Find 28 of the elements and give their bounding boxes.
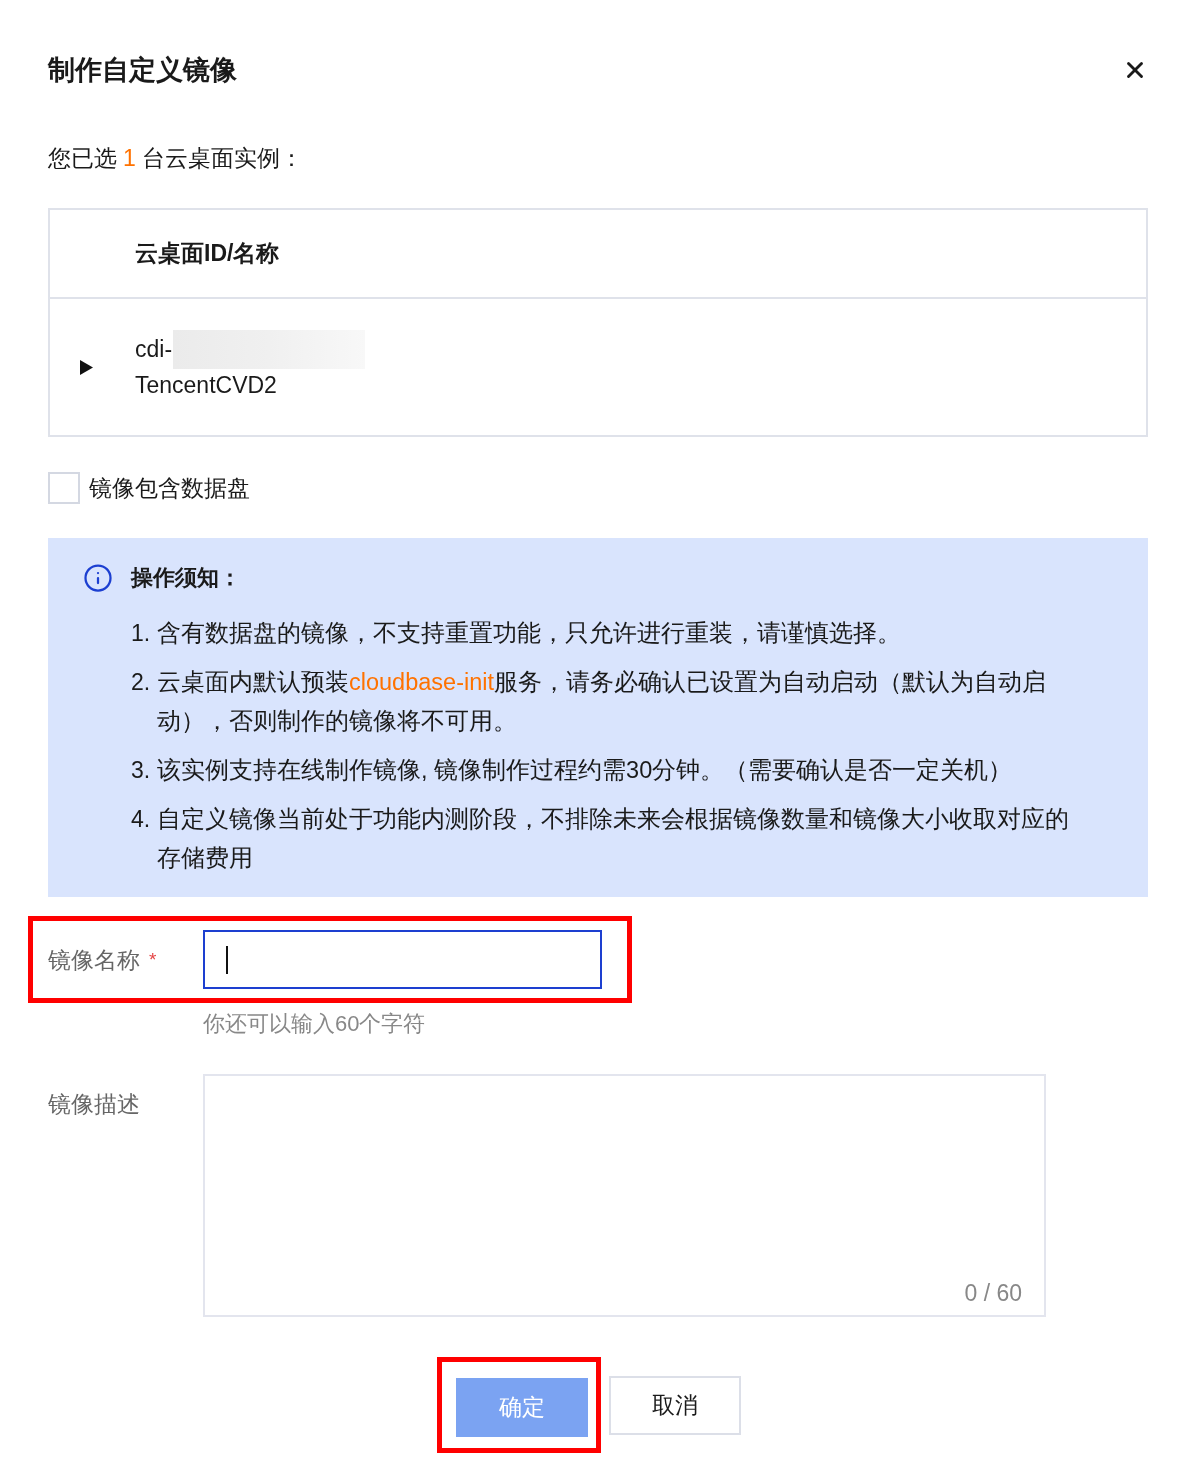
column-header: 云桌面ID/名称 [135,239,280,269]
text-cursor-icon [226,945,228,974]
notice-text: 含有数据盘的镜像，不支持重置功能，只允许进行重装，请谨慎选择。 [157,619,902,648]
list-number: 2. [131,668,152,697]
info-icon [83,562,113,593]
name-input-field[interactable] [203,930,602,989]
checkbox-label: 镜像包含数据盘 [89,474,250,503]
notice-text: 该实例支持在线制作镜像, 镜像制作过程约需30分钟。（需要确认是否一定关机） [157,756,1014,785]
character-counter: 0 / 60 [964,1279,1022,1308]
instance-id: cdi- [135,335,173,364]
list-number: 1. [131,619,152,648]
checkbox[interactable] [48,472,80,504]
expand-caret-icon[interactable] [80,359,93,375]
list-number: 3. [131,756,152,785]
list-number: 4. [131,805,152,834]
required-asterisk: * [149,947,157,972]
instance-name: TencentCVD2 [135,371,277,400]
service-link[interactable]: cloudbase-init [349,669,494,695]
field-label: 镜像名称 [48,945,140,975]
field-label: 镜像描述 [48,1091,140,1117]
description-textarea[interactable]: 0 / 60 [203,1074,1046,1317]
notice-title: 操作须知： [131,564,241,592]
notice-text: 自定义镜像当前处于功能内测阶段，不排除未来会根据镜像数量和镜像大小收取对应的存储费用 [157,805,1070,873]
selection-summary: 您已选 1 台云桌面实例： [48,144,303,173]
notice-text: 云桌面内默认预装cloudbase-init服务，请务必确认已设置为自动启动（默认为自动启动），否则制作的镜像将不可用。 [157,668,1047,736]
cancel-button[interactable]: 取消 [609,1375,741,1435]
field-hint: 你还可以输入60个字符 [203,1010,426,1038]
dialog-title: 制作自定义镜像 [48,54,237,87]
